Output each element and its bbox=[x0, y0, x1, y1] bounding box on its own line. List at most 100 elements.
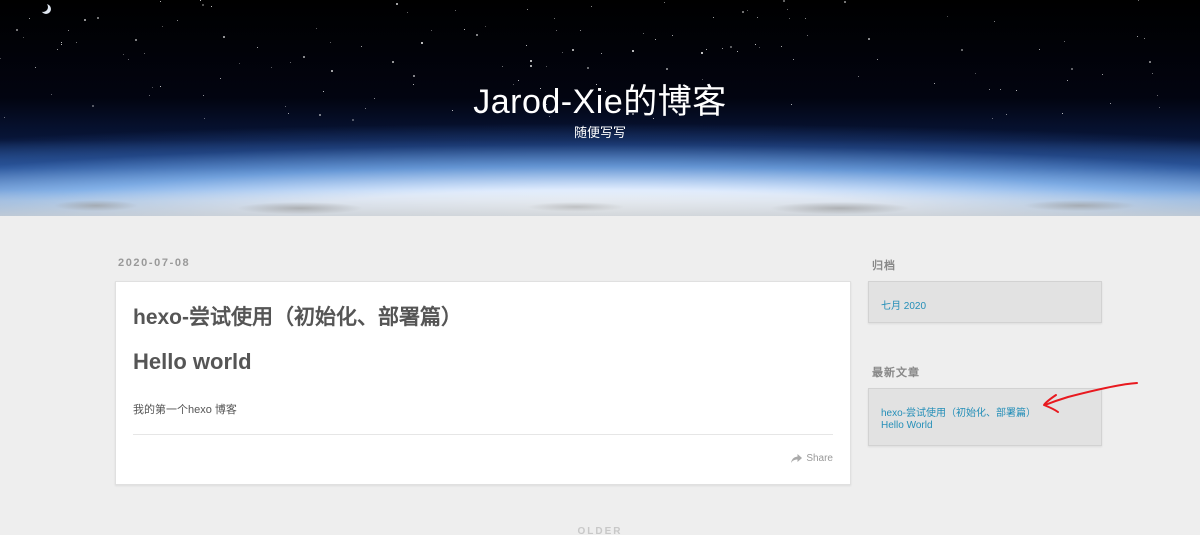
star bbox=[202, 4, 204, 6]
star bbox=[530, 60, 532, 62]
star bbox=[331, 70, 333, 72]
recent-posts-widget-title: 最新文章 bbox=[872, 367, 920, 379]
star bbox=[672, 35, 673, 36]
star bbox=[57, 49, 58, 50]
share-label: Share bbox=[806, 453, 833, 464]
post-heading: Hello world bbox=[133, 349, 252, 374]
post-title[interactable]: hexo-尝试使用（初始化、部署篇） bbox=[133, 301, 462, 331]
star bbox=[35, 67, 36, 68]
star bbox=[361, 46, 362, 47]
star bbox=[601, 53, 602, 54]
star bbox=[1071, 68, 1073, 70]
star bbox=[747, 10, 748, 11]
star bbox=[868, 38, 870, 40]
star bbox=[0, 58, 1, 59]
star bbox=[701, 52, 703, 54]
star bbox=[123, 54, 124, 55]
star bbox=[257, 47, 258, 48]
star bbox=[239, 63, 240, 64]
star bbox=[97, 17, 99, 19]
star bbox=[781, 46, 782, 47]
post-divider bbox=[133, 434, 833, 435]
star bbox=[392, 61, 394, 63]
star bbox=[961, 49, 963, 51]
star bbox=[160, 1, 161, 2]
star bbox=[407, 12, 408, 13]
star bbox=[759, 47, 760, 48]
red-arrow-annotation bbox=[1043, 382, 1138, 413]
recent-post-link[interactable]: hexo-尝试使用（初始化、部署篇） bbox=[881, 404, 1036, 419]
star bbox=[211, 6, 212, 7]
recent-post-link[interactable]: Hello World bbox=[881, 420, 933, 431]
star bbox=[485, 26, 486, 27]
star bbox=[742, 11, 744, 13]
star bbox=[316, 28, 317, 29]
post-card: hexo-尝试使用（初始化、部署篇） Hello world 我的第一个hexo… bbox=[115, 281, 851, 485]
star bbox=[76, 42, 77, 43]
star bbox=[572, 49, 574, 51]
star bbox=[664, 2, 665, 3]
star bbox=[1039, 49, 1040, 50]
star bbox=[290, 62, 291, 63]
star bbox=[16, 29, 18, 31]
star bbox=[844, 1, 846, 3]
star bbox=[177, 20, 178, 21]
star bbox=[783, 0, 785, 2]
star bbox=[789, 18, 790, 19]
star bbox=[730, 46, 732, 48]
star bbox=[476, 34, 478, 36]
moon-icon bbox=[38, 2, 48, 12]
star bbox=[713, 17, 714, 18]
star bbox=[1064, 41, 1065, 42]
star bbox=[421, 42, 423, 44]
star bbox=[562, 52, 563, 53]
star bbox=[527, 9, 528, 10]
star bbox=[396, 3, 398, 5]
older-posts-link[interactable]: OLDER bbox=[0, 526, 1200, 535]
star bbox=[61, 42, 62, 43]
star bbox=[1144, 38, 1145, 39]
site-subtitle: 随便写写 bbox=[573, 125, 626, 140]
star bbox=[805, 18, 806, 19]
star bbox=[135, 39, 137, 41]
star bbox=[464, 29, 465, 30]
star bbox=[706, 49, 707, 50]
star bbox=[431, 30, 432, 31]
star bbox=[1138, 0, 1139, 1]
banner-clouds bbox=[0, 190, 1200, 216]
star bbox=[793, 59, 794, 60]
star bbox=[554, 18, 555, 19]
star bbox=[144, 53, 145, 54]
star bbox=[556, 30, 557, 31]
star bbox=[580, 30, 581, 31]
star bbox=[807, 35, 808, 36]
star bbox=[666, 68, 668, 70]
star bbox=[61, 44, 62, 45]
star bbox=[162, 26, 163, 27]
star bbox=[722, 48, 723, 49]
star bbox=[1149, 61, 1151, 63]
star bbox=[546, 66, 547, 67]
post-date[interactable]: 2020-07-08 bbox=[118, 257, 190, 269]
star bbox=[787, 9, 788, 10]
star bbox=[655, 39, 656, 40]
star bbox=[29, 18, 30, 19]
star bbox=[128, 59, 129, 60]
star bbox=[84, 19, 86, 21]
star bbox=[591, 6, 592, 7]
star bbox=[23, 37, 24, 38]
share-button[interactable]: Share bbox=[791, 453, 833, 464]
star bbox=[530, 65, 532, 67]
star bbox=[1137, 36, 1138, 37]
archive-link[interactable]: 七月 2020 bbox=[881, 297, 926, 312]
star bbox=[200, 0, 201, 1]
star bbox=[271, 67, 272, 68]
star bbox=[502, 66, 503, 67]
star bbox=[455, 10, 456, 11]
site-title[interactable]: Jarod-Xie的博客 bbox=[0, 74, 1200, 123]
share-icon bbox=[791, 454, 803, 463]
post-body-text: 我的第一个hexo 博客 bbox=[133, 404, 237, 416]
star bbox=[526, 45, 527, 46]
archive-widget-title: 归档 bbox=[872, 260, 896, 272]
star bbox=[643, 33, 644, 34]
